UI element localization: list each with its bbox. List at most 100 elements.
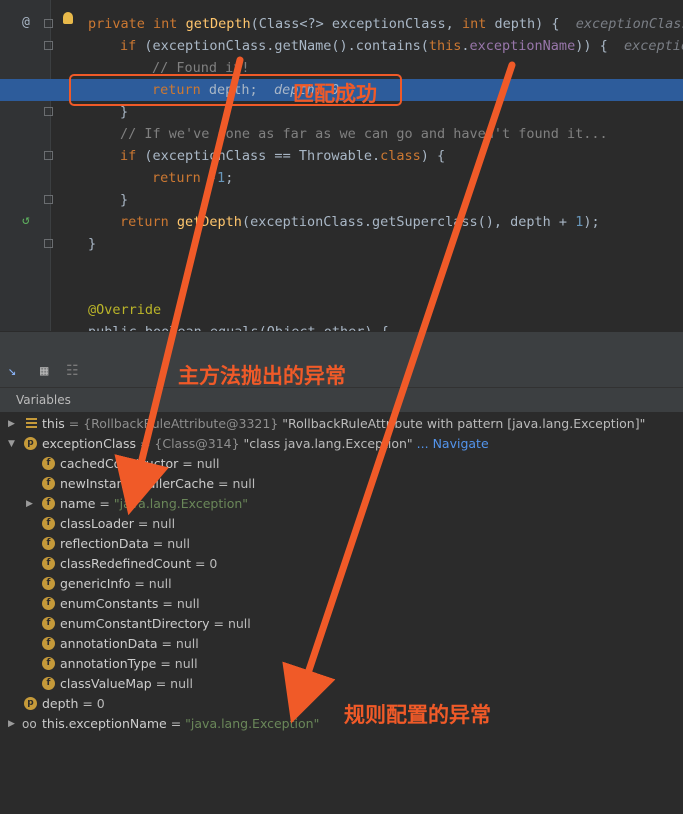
variable-name: cachedConstructor xyxy=(60,456,179,471)
variable-row[interactable]: f enumConstants = null xyxy=(0,594,683,614)
variable-value: = null xyxy=(130,576,172,591)
code-text: )) { xyxy=(575,38,608,54)
variable-value: = null xyxy=(133,516,176,531)
keyword: class xyxy=(380,148,421,164)
expand-arrow-icon[interactable]: ▶ xyxy=(26,494,33,514)
code-line[interactable]: } xyxy=(0,233,683,255)
variable-value: = null xyxy=(157,636,199,651)
expand-arrow-icon[interactable]: ▶ xyxy=(8,714,15,734)
navigate-link[interactable]: ... Navigate xyxy=(417,436,489,451)
variable-row[interactable]: f classLoader = null xyxy=(0,514,683,534)
code-line[interactable]: return -1; xyxy=(0,167,683,189)
variable-value: = xyxy=(166,716,186,731)
code-line[interactable]: if (exceptionClass.getName().contains(th… xyxy=(0,35,683,57)
variable-row[interactable]: f cachedConstructor = null xyxy=(0,454,683,474)
code-text: } xyxy=(88,236,97,252)
code-line[interactable]: return getDepth(exceptionClass.getSuperc… xyxy=(0,211,683,233)
variable-row[interactable]: f annotationData = null xyxy=(0,634,683,654)
rule-exception-label: 规则配置的异常 xyxy=(344,703,491,727)
code-line[interactable]: // Found it! xyxy=(0,57,683,79)
keyword: this xyxy=(428,38,462,54)
variable-row[interactable]: ▶ oo this.exceptionName = "java.lang.Exc… xyxy=(0,714,683,734)
variable-name: exceptionClass xyxy=(42,436,136,451)
variable-name: reflectionData xyxy=(60,536,149,551)
keyword: return xyxy=(120,214,169,230)
code-text: ) { xyxy=(420,148,446,164)
keyword: return xyxy=(152,82,201,98)
layout-icon[interactable]: ☷ xyxy=(66,363,79,379)
code-text: . xyxy=(461,38,470,54)
parameter-icon: p xyxy=(24,437,37,450)
variable-row[interactable]: ▶ f name = "java.lang.Exception" xyxy=(0,494,683,514)
keyword: private xyxy=(88,16,145,32)
code-line[interactable]: public boolean equals(Object other) { xyxy=(0,321,683,331)
variable-value: = null xyxy=(214,476,256,491)
variable-string: "java.lang.Exception" xyxy=(185,716,320,731)
match-success-label: 匹配成功 xyxy=(293,82,377,106)
code-comment: // Found it! xyxy=(152,60,250,76)
variable-row[interactable]: f classRedefinedCount = 0 xyxy=(0,554,683,574)
keyword: if xyxy=(120,148,137,164)
variable-row[interactable]: ▶ this = {RollbackRuleAttribute@3321} "R… xyxy=(0,414,683,434)
inline-hint: exceptionClass xyxy=(575,16,683,32)
code-text: depth; xyxy=(200,82,258,98)
variable-row[interactable]: f newInstanceCallerCache = null xyxy=(0,474,683,494)
code-text: public boolean equals(Object other) { xyxy=(88,321,389,331)
variable-value: = null xyxy=(158,596,200,611)
variable-row[interactable]: f annotationType = null xyxy=(0,654,683,674)
variables-header: Variables xyxy=(0,388,683,412)
collapse-arrow-icon[interactable]: ▼ xyxy=(8,434,15,454)
code-line[interactable]: if (exceptionClass == Throwable.class) { xyxy=(0,145,683,167)
variable-string: "java.lang.Exception" xyxy=(113,496,249,511)
field-icon: f xyxy=(42,477,55,490)
variable-value: = 0 xyxy=(191,556,218,571)
code-text: ; xyxy=(225,170,234,186)
variable-string: "RollbackRuleAttribute with pattern [jav… xyxy=(282,416,646,431)
code-line[interactable]: @Override xyxy=(0,299,683,321)
variable-row[interactable]: f genericInfo = null xyxy=(0,574,683,594)
code-text: } xyxy=(120,192,129,208)
expand-arrow-icon[interactable]: ▶ xyxy=(8,414,15,434)
field-icon: f xyxy=(42,557,55,570)
code-line[interactable]: // If we've gone as far as we can go and… xyxy=(0,123,683,145)
variable-row[interactable]: f enumConstantDirectory = null xyxy=(0,614,683,634)
code-text: ); xyxy=(583,214,600,230)
inline-hint: exception xyxy=(623,38,683,54)
code-text: (exceptionClass == Throwable. xyxy=(136,148,381,164)
field-icon: f xyxy=(42,677,55,690)
code-text: (exceptionClass.getSuperclass(), depth + xyxy=(241,214,576,230)
variable-row[interactable]: ▼ p exceptionClass = {Class@314} "class … xyxy=(0,434,683,454)
variable-row[interactable]: f classValueMap = null xyxy=(0,674,683,694)
parameter-icon: p xyxy=(24,697,37,710)
variables-tree[interactable]: ▶ this = {RollbackRuleAttribute@3321} "R… xyxy=(0,412,683,743)
variable-value: = null xyxy=(156,656,198,671)
variable-name: newInstanceCallerCache xyxy=(60,476,215,491)
method-name: getDepth xyxy=(185,16,251,32)
variable-name: this xyxy=(42,416,65,431)
code-line[interactable]: } xyxy=(0,189,683,211)
code-text: - xyxy=(200,170,218,186)
variables-title: Variables xyxy=(16,393,71,407)
number-literal: 1 xyxy=(217,170,226,186)
field-icon: f xyxy=(42,597,55,610)
variable-value: = 0 xyxy=(78,696,105,711)
field-icon: f xyxy=(42,537,55,550)
step-arrow-icon[interactable]: ↘ xyxy=(8,363,16,379)
code-text: } xyxy=(120,104,129,120)
code-editor[interactable]: @ ↺ private int getDepth(Class<?> except… xyxy=(0,0,683,331)
field-icon: f xyxy=(42,457,55,470)
panel-divider[interactable] xyxy=(0,331,683,358)
variable-name: classRedefinedCount xyxy=(60,556,192,571)
table-view-icon[interactable]: ▦ xyxy=(40,363,48,379)
variable-row[interactable]: f reflectionData = null xyxy=(0,534,683,554)
field-name: exceptionName xyxy=(469,38,576,54)
variable-value: = null xyxy=(209,616,251,631)
watch-glasses-icon: oo xyxy=(22,717,37,731)
code-comment: // If we've gone as far as we can go and… xyxy=(120,126,608,142)
code-text: depth) { xyxy=(486,16,560,32)
variable-row[interactable]: p depth = 0 xyxy=(0,694,683,714)
code-text: (exceptionClass.getName().contains( xyxy=(136,38,429,54)
variable-value: = {RollbackRuleAttribute@3321} xyxy=(64,416,283,431)
variable-name: enumConstantDirectory xyxy=(60,616,210,631)
code-line[interactable]: private int getDepth(Class<?> exceptionC… xyxy=(0,13,683,35)
